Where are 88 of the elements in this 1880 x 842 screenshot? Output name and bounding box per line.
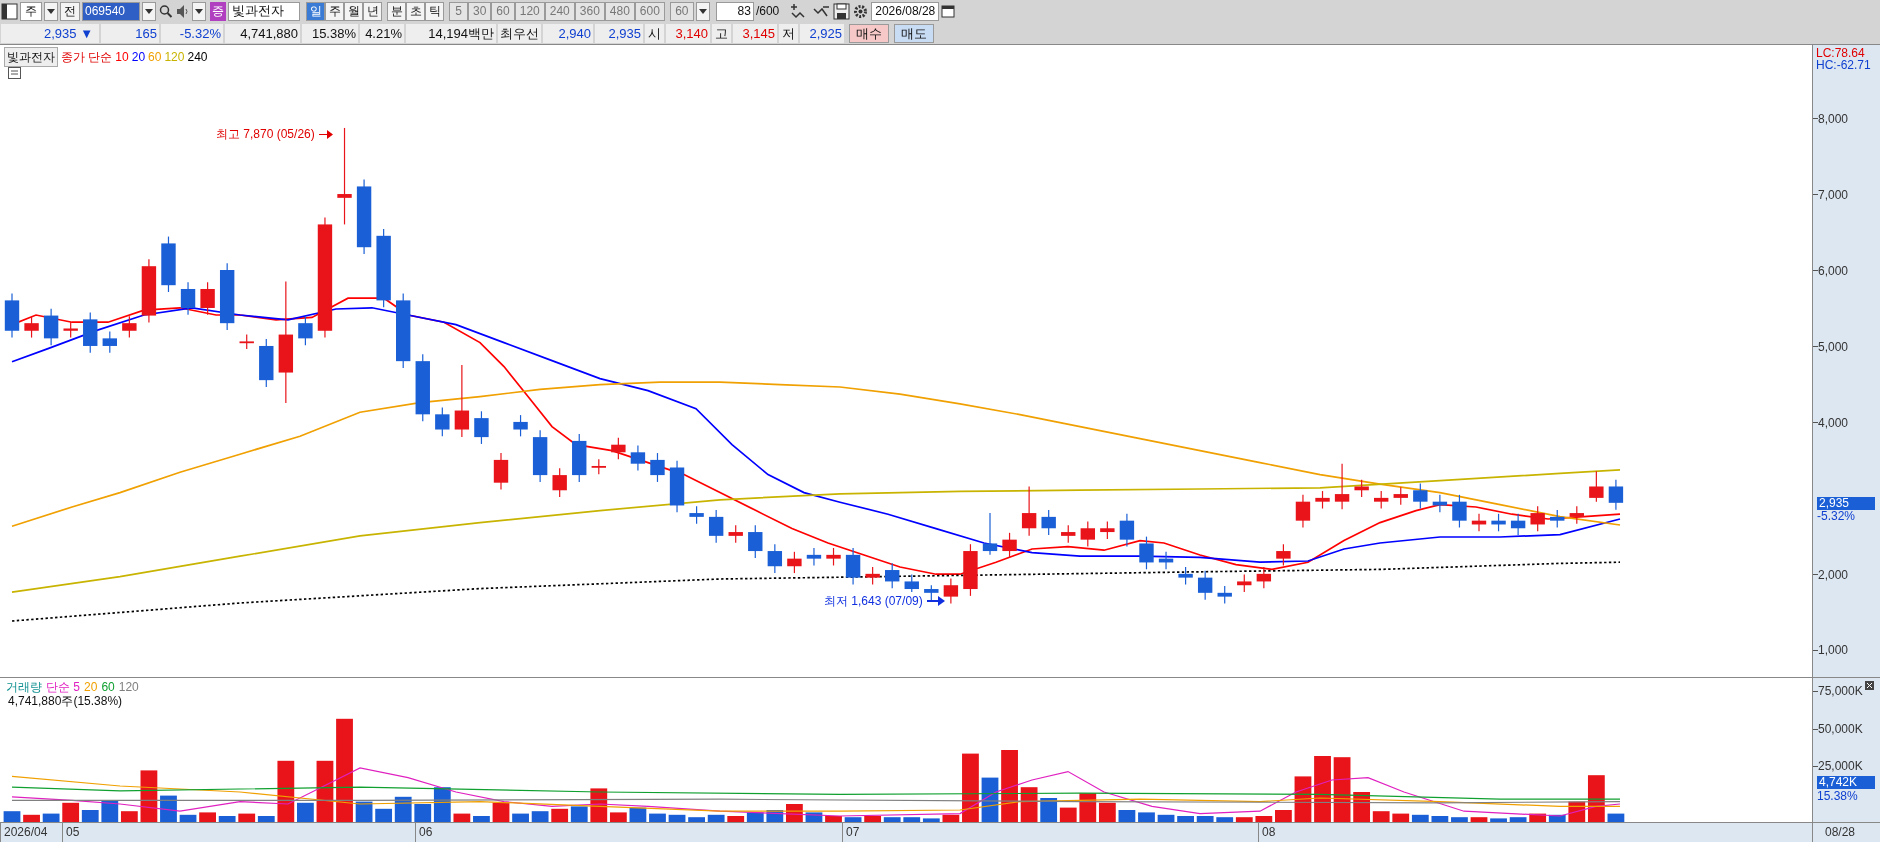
dropdown-button[interactable] <box>142 1 156 21</box>
legend-ma-label: 20 <box>84 680 98 694</box>
volume-percent: 15.38% <box>302 23 358 43</box>
legend-ma-label: 20 <box>131 49 146 66</box>
market-select[interactable]: 주 <box>20 1 42 21</box>
volume-value: 4,741,880 <box>225 23 300 43</box>
turnover-rate: 4.21% <box>360 23 404 43</box>
period-tab[interactable]: 주 <box>325 1 344 21</box>
legend-ma-label: 단순 5 <box>46 680 80 694</box>
quote-label: 고 <box>712 23 731 43</box>
legend-ma-label: 60 <box>148 49 162 66</box>
dropdown-button[interactable] <box>192 1 206 21</box>
quote-value: 3,145 <box>733 23 777 43</box>
previous-button[interactable]: 전 <box>60 1 80 21</box>
lc-value: LC:78.64 <box>1816 47 1865 59</box>
price-axis-label: 6,000 <box>1818 263 1849 278</box>
table-icon[interactable] <box>8 67 21 79</box>
unit-button[interactable]: 초 <box>406 1 425 21</box>
date-axis-label: 05 <box>62 823 80 842</box>
buy-button[interactable]: 매수 <box>849 23 889 43</box>
period-tab[interactable]: 일 <box>306 1 325 21</box>
date-field[interactable]: 2026/08/28 <box>871 1 940 21</box>
volume-axis-label: 50,000K <box>1818 722 1863 736</box>
legend-ma-label: 240 <box>187 49 208 66</box>
code-input[interactable]: 069540 <box>82 1 140 21</box>
unit-button[interactable]: 분 <box>387 1 406 21</box>
best-quote-label: 최우선 <box>498 23 541 43</box>
hc-value: HC:-62.71 <box>1816 59 1871 71</box>
calendar-icon[interactable] <box>941 2 956 20</box>
unit-button[interactable]: 틱 <box>425 1 444 21</box>
legend-ma-label: 60 <box>101 680 115 694</box>
price-axis-label: 4,000 <box>1818 415 1849 430</box>
current-price: 2,935 ▼ <box>1 23 99 43</box>
volume-axis-label: 25,000K <box>1818 759 1863 773</box>
close-icon[interactable] <box>1865 681 1874 690</box>
current-price-label: 2,935 <box>1817 497 1875 510</box>
trade-amount: 14,194백만 <box>406 23 496 43</box>
period-tab[interactable]: 년 <box>363 1 382 21</box>
date-axis-label: 08 <box>1258 823 1276 842</box>
market-badge: 증 <box>210 1 226 21</box>
current-change-label: -5.32% <box>1817 510 1856 523</box>
date-axis-label: 07 <box>842 823 860 842</box>
legend-ma-label: 120 <box>164 49 185 66</box>
price-axis-label: 8,000 <box>1818 111 1849 126</box>
ask-price: 2,940 <box>543 23 593 43</box>
caret-icon <box>145 8 153 14</box>
interval-select[interactable]: 60 <box>669 1 694 21</box>
price-change: 165 <box>101 23 159 43</box>
date-axis-label: 2026/04 <box>0 823 48 842</box>
price-axis-label: 7,000 <box>1818 187 1849 202</box>
search-icon[interactable] <box>158 2 174 20</box>
caret-icon <box>698 8 707 14</box>
caret-icon <box>195 8 203 14</box>
quote-value: 3,140 <box>666 23 710 43</box>
count-field[interactable]: 83 <box>715 1 754 21</box>
price-axis-label: 1,000 <box>1818 643 1849 658</box>
sell-button[interactable]: 매도 <box>894 23 934 43</box>
quote-label: 저 <box>779 23 798 43</box>
legend-ma-label: 10 <box>115 49 129 66</box>
settings-icon[interactable] <box>852 2 870 20</box>
count-max: /600 <box>755 3 780 20</box>
current-volume-label: 4,742K <box>1817 776 1875 789</box>
high-price-note: 최고 7,870 (05/26) <box>216 126 315 143</box>
arrow-icon <box>318 129 333 139</box>
price-axis-label: 5,000 <box>1818 339 1849 354</box>
price-axis-label: 2,000 <box>1818 567 1849 582</box>
legend-ma-label: 120 <box>118 680 139 694</box>
volume-summary: 4,741,880주(15.38%) <box>8 694 123 708</box>
period-tab[interactable]: 월 <box>344 1 363 21</box>
volume-percent-label: 15.38% <box>1817 790 1858 803</box>
arrow-icon <box>926 596 945 606</box>
bid-price: 2,935 <box>595 23 643 43</box>
dropdown-button[interactable] <box>695 1 710 21</box>
quote-value: 2,925 <box>800 23 844 43</box>
layout-icon[interactable] <box>1 2 18 20</box>
save-icon[interactable] <box>833 2 851 20</box>
caret-icon <box>47 8 55 14</box>
stock-name-field[interactable]: 빛과전자 <box>228 1 300 21</box>
low-price-note: 최저 1,643 (07/09) <box>824 592 923 610</box>
date-axis-label: 06 <box>415 823 433 842</box>
stock-name-tag: 빛과전자 <box>4 47 58 67</box>
volume-legend-label: 거래량 <box>6 680 42 694</box>
dropdown-button[interactable] <box>44 1 58 21</box>
quote-label: 시 <box>645 23 664 43</box>
change-percent: -5.32% <box>161 23 223 43</box>
legend-label: 종가 단순 <box>61 49 113 66</box>
end-date-label: 08/28 <box>1812 823 1880 842</box>
volume-axis-label: 75,000K <box>1818 684 1863 698</box>
